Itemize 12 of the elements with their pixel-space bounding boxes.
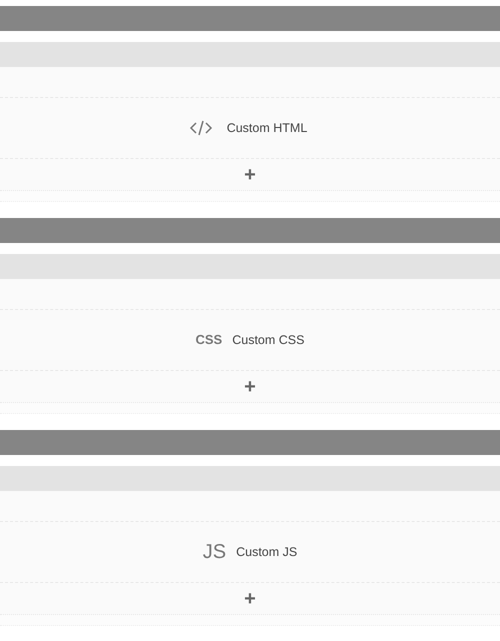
add-button[interactable]: + [244,588,256,608]
widget-label: Custom HTML [226,120,308,137]
widget-row[interactable]: Custom HTML [0,98,500,159]
add-button[interactable]: + [244,376,256,396]
js-icon: JS [202,537,226,567]
widget-label: Custom JS [236,544,298,561]
widget-row[interactable]: CSS Custom CSS [0,310,500,371]
add-button[interactable]: + [244,164,256,184]
widget-label: Custom CSS [232,332,304,349]
code-icon [188,120,213,136]
css-icon: CSS [196,330,222,350]
widget-row[interactable]: JS Custom JS [0,522,500,583]
